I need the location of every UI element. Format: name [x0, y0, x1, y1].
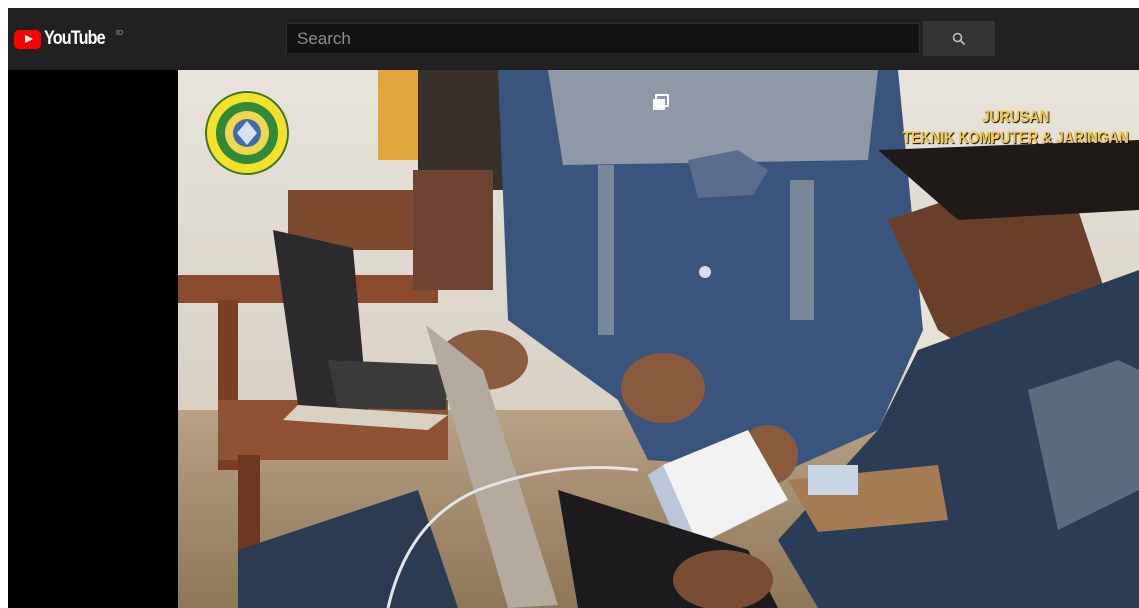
video-frame — [178, 70, 1139, 608]
picture-in-picture-icon[interactable] — [650, 92, 672, 114]
video-player[interactable]: JURUSAN TEKNIK KOMPUTER & JARINGAN — [178, 70, 1139, 608]
overlay-line-1: JURUSAN — [982, 107, 1050, 126]
video-overlay-title: JURUSAN TEKNIK KOMPUTER & JARINGAN — [903, 106, 1129, 148]
youtube-window: YouTube ID Search JURUSAN TEKNIK KOMPUTE… — [8, 8, 1139, 608]
logo-text: YouTube — [44, 28, 106, 49]
country-code: ID — [116, 30, 123, 37]
search-icon — [952, 32, 966, 45]
play-logo-icon — [14, 29, 41, 49]
overlay-line-2: TEKNIK KOMPUTER & JARINGAN — [902, 128, 1129, 147]
school-emblem-icon — [204, 90, 290, 176]
search-input[interactable] — [287, 24, 919, 53]
search-button[interactable] — [923, 21, 995, 56]
search-box — [286, 23, 920, 54]
top-bar: YouTube ID — [8, 8, 1139, 70]
youtube-logo[interactable]: YouTube ID — [14, 28, 123, 50]
video-letterbox — [8, 70, 178, 608]
